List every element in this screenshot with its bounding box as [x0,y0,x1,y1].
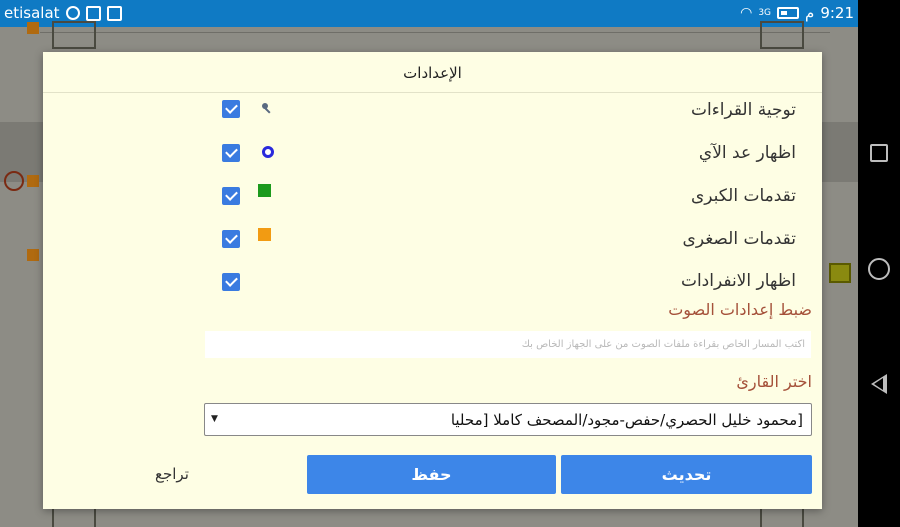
reciter-select[interactable]: [محمود خليل الحصري/حفص-مجود/المصحف كاملا… [204,403,812,436]
orange-square-icon [258,228,271,241]
reciter-selected-value: [محمود خليل الحصري/حفص-مجود/المصحف كاملا… [450,411,803,429]
gear-icon [262,146,274,158]
green-square-icon [258,184,271,197]
save-button[interactable]: حفظ [307,455,556,494]
recents-button[interactable] [858,133,900,173]
recents-icon [870,144,888,162]
marker-icon [27,22,39,34]
checkbox-readings[interactable] [222,100,240,118]
audio-settings-title: ضبط إعدادات الصوت [668,300,812,319]
checkbox-minor-precedences[interactable] [222,230,240,248]
key-icon [262,103,271,114]
cancel-button[interactable]: تراجع [155,465,189,483]
back-icon [871,374,887,394]
settings-dialog: الإعدادات توجية القراءات اظهار عد الآي ت… [43,52,822,509]
home-icon [868,258,890,280]
network-type: 3G [758,8,772,18]
audio-path-input[interactable] [205,331,811,358]
title-divider [43,92,822,93]
checkbox-unique-readings[interactable] [222,273,240,291]
chat-icon [65,6,80,20]
dialog-title: الإعدادات [403,64,462,82]
verse-marker-icon [4,171,24,191]
carrier-name: etisalat [4,4,60,22]
option-label-minor-precedences: تقدمات الصغرى [682,229,796,249]
sim-icon [85,5,101,21]
background-text-line [40,32,830,33]
reciter-section-title: اختر القارئ [736,372,812,391]
battery-icon [777,7,800,19]
marker-icon [27,249,39,261]
dropdown-arrow-icon: ▼ [211,414,218,424]
ornament-frame [52,21,96,49]
option-label-unique-readings: اظهار الانفرادات [680,271,796,291]
option-label-verse-count: اظهار عد الآي [698,143,796,163]
status-bar-left: etisalat [4,4,122,22]
marker-icon [27,175,39,187]
time-ampm: م [805,4,815,22]
back-button[interactable] [858,364,900,404]
page-menu-icon[interactable] [829,263,851,283]
update-button[interactable]: تحديث [561,455,812,494]
status-bar: etisalat ◠ 3G م 9:21 [0,0,858,27]
option-label-major-precedences: تقدمات الكبرى [690,186,796,206]
wifi-icon: ◠ [740,4,753,21]
option-label-readings: توجية القراءات [691,100,796,120]
checkbox-major-precedences[interactable] [222,187,240,205]
status-bar-right: ◠ 3G م 9:21 [740,4,854,22]
checkbox-verse-count[interactable] [222,144,240,162]
clock: 9:21 [820,4,854,22]
navigation-bar [858,0,900,527]
image-icon [106,5,122,21]
home-button[interactable] [858,249,900,289]
ornament-frame [760,21,804,49]
